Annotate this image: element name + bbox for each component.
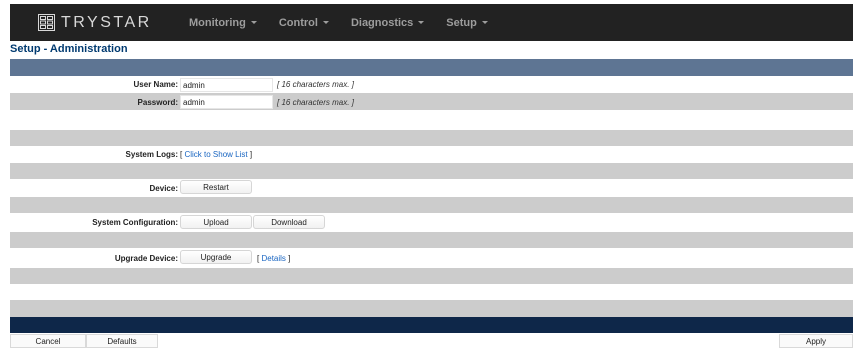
brand-name: TRYSTAR: [61, 13, 152, 31]
spacer-row: [10, 197, 853, 213]
nav-diagnostics[interactable]: Diagnostics: [340, 4, 435, 41]
spacer-row: [10, 163, 853, 179]
user-name-input[interactable]: [180, 78, 273, 92]
spacer-row: [10, 232, 853, 248]
device-label: Device:: [149, 184, 178, 193]
nav-diagnostics-label: Diagnostics: [350, 16, 414, 29]
top-navbar: TRYSTAR Monitoring Control Diagnostics S…: [10, 4, 853, 41]
system-logs-link-group: [ Click to Show List ]: [180, 150, 252, 159]
password-input[interactable]: [180, 95, 273, 109]
upgrade-button[interactable]: Upgrade: [180, 250, 252, 264]
defaults-button[interactable]: Defaults: [86, 334, 158, 348]
restart-button[interactable]: Restart: [180, 180, 252, 194]
spacer-row: [10, 268, 853, 284]
spacer-row: [10, 130, 853, 146]
upgrade-details-link-group: [ Details ]: [257, 254, 290, 263]
password-hint: [ 16 characters max. ]: [277, 98, 354, 107]
cancel-button[interactable]: Cancel: [10, 334, 86, 348]
nav-setup-label: Setup: [446, 16, 477, 29]
caret-down-icon: [481, 21, 488, 24]
spacer-row: [10, 284, 853, 300]
nav-monitoring[interactable]: Monitoring: [178, 4, 268, 41]
download-button[interactable]: Download: [253, 215, 325, 229]
open-bracket: [: [180, 150, 183, 159]
caret-down-icon: [418, 21, 425, 24]
password-label: Password:: [137, 98, 178, 107]
close-bracket: ]: [288, 254, 291, 263]
trystar-logo-icon: [38, 14, 55, 31]
spacer-row: [10, 300, 853, 317]
nav-monitoring-label: Monitoring: [189, 16, 246, 29]
nav-control[interactable]: Control: [268, 4, 340, 41]
user-name-label: User Name:: [133, 80, 178, 89]
spacer-row: [10, 110, 853, 130]
form-header-band: [10, 59, 853, 76]
nav-control-label: Control: [278, 16, 318, 29]
user-name-hint: [ 16 characters max. ]: [277, 80, 354, 89]
form-footer-band: [10, 317, 853, 333]
nav-setup[interactable]: Setup: [435, 4, 499, 41]
upgrade-device-label: Upgrade Device:: [114, 254, 178, 263]
show-logs-link[interactable]: Click to Show List: [184, 150, 247, 159]
apply-button[interactable]: Apply: [779, 334, 853, 348]
page-title: Setup - Administration: [10, 43, 128, 55]
open-bracket: [: [257, 254, 260, 263]
brand[interactable]: TRYSTAR: [10, 4, 178, 41]
close-bracket: ]: [249, 150, 253, 159]
upload-button[interactable]: Upload: [180, 215, 252, 229]
system-logs-label: System Logs:: [125, 150, 178, 159]
system-configuration-label: System Configuration:: [92, 218, 178, 227]
details-link[interactable]: Details: [261, 254, 285, 263]
caret-down-icon: [322, 21, 329, 24]
caret-down-icon: [250, 21, 257, 24]
